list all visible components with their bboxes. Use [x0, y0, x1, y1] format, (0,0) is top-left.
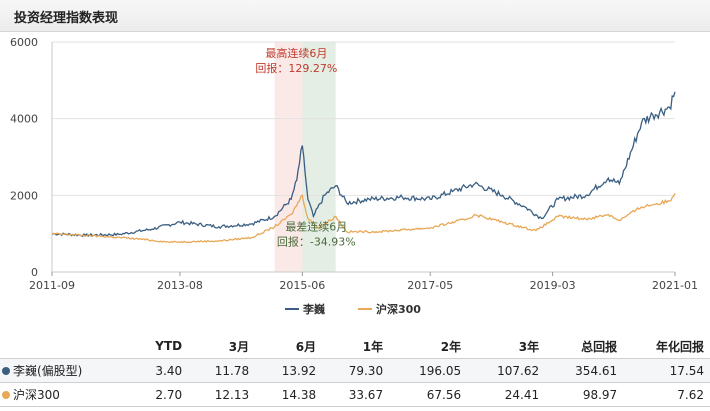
series-dot-icon: [2, 367, 10, 375]
best-period-return: 回报：129.27%: [255, 61, 337, 75]
x-tick-label: 2017-05: [407, 279, 453, 292]
row-name-cell: 沪深300: [0, 382, 132, 407]
value-cell: 79.30: [322, 358, 390, 383]
table-body: 李巍(偏股型) 3.40 11.78 13.92 79.30 196.05 107.62 35…: [0, 358, 710, 407]
value-cell: 354.61: [545, 358, 624, 383]
legend-label: 李巍: [302, 302, 325, 316]
panel-header: 投资经理指数表现: [0, 0, 710, 32]
table-header-row: YTD 3月 6月 1年 2年 3年 总回报 年化回报: [0, 334, 710, 359]
series-dot-icon: [2, 391, 10, 399]
header-cell: 6月: [255, 334, 323, 359]
x-tick-label: 2015-06: [279, 279, 325, 292]
value-cell: 196.05: [389, 358, 468, 383]
x-tick-label: 2011-09: [29, 279, 75, 292]
y-tick-label: 6000: [10, 36, 38, 49]
value-cell: 33.67: [322, 382, 390, 407]
header-cell: YTD: [132, 334, 189, 359]
performance-chart: 0 2000 4000 6000 2011-09 2013-08 2015-06 2017-0…: [10, 36, 698, 316]
row-name: 沪深300: [13, 388, 60, 402]
table-row: 沪深300 2.70 12.13 14.38 33.67 67.56 24.41 98.97 7…: [0, 382, 710, 407]
row-name: 李巍(偏股型): [13, 364, 83, 378]
value-cell: 7.62: [623, 382, 710, 407]
legend-label: 沪深300: [376, 302, 421, 316]
series-line: [51, 91, 676, 238]
x-tick-label: 2019-03: [530, 279, 576, 292]
x-tick-label: 2021-01: [652, 279, 698, 292]
value-cell: 67.56: [389, 382, 468, 407]
header-cell: 年化回报: [623, 334, 710, 359]
header-cell: 2年: [389, 334, 468, 359]
best-period-label: 最高连续6月: [265, 46, 327, 60]
value-cell: 12.13: [188, 382, 256, 407]
header-cell: 3年: [467, 334, 546, 359]
header-cell: [0, 334, 132, 359]
value-cell: 107.62: [467, 358, 546, 383]
y-tick-label: 2000: [10, 189, 38, 202]
x-tick-label: 2013-08: [157, 279, 203, 292]
value-cell: 17.54: [623, 358, 710, 383]
y-tick-label: 4000: [10, 113, 38, 126]
header-cell: 总回报: [545, 334, 624, 359]
value-cell: 2.70: [132, 382, 189, 407]
value-cell: 98.97: [545, 382, 624, 407]
value-cell: 24.41: [467, 382, 546, 407]
value-cell: 11.78: [188, 358, 256, 383]
worst-period-label: 最差连续6月: [285, 220, 347, 234]
value-cell: 13.92: [255, 358, 323, 383]
worst-period-return: 回报：-34.93%: [277, 235, 356, 249]
row-name-cell: 李巍(偏股型): [0, 358, 132, 383]
returns-table: YTD 3月 6月 1年 2年 3年 总回报 年化回报 李巍(偏股型) 3.40 11.78 13.…: [0, 334, 710, 407]
header-cell: 1年: [322, 334, 390, 359]
panel-title: 投资经理指数表现: [14, 11, 119, 26]
header-cell: 3月: [188, 334, 256, 359]
table-row: 李巍(偏股型) 3.40 11.78 13.92 79.30 196.05 107.62 35…: [0, 358, 710, 383]
value-cell: 14.38: [255, 382, 323, 407]
value-cell: 3.40: [132, 358, 189, 383]
y-tick-label: 0: [31, 266, 38, 279]
